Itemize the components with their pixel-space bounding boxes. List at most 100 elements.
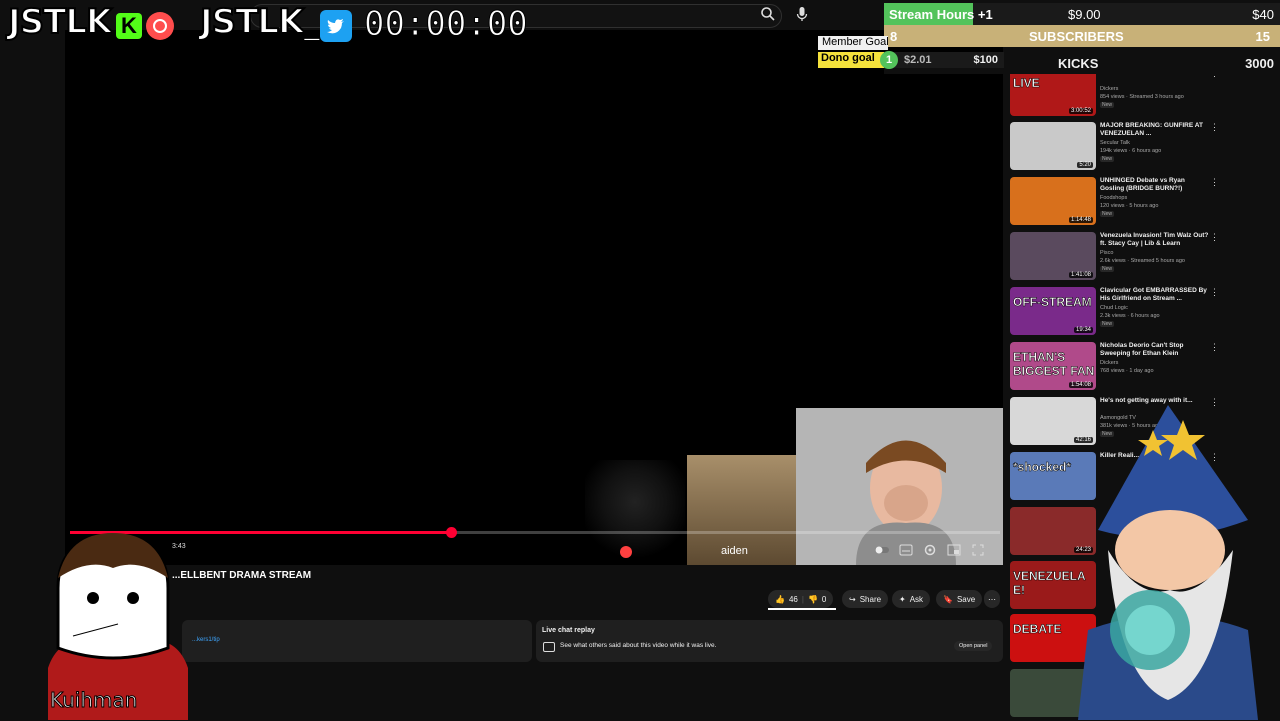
new-badge: New [1100, 211, 1115, 217]
video-meta: 768 views · 1 day ago [1100, 368, 1154, 374]
video-title-link[interactable]: Venezuela Invasion! Tim Walz Out? ft. St… [1100, 232, 1210, 248]
subscribers-bar: 8 SUBSCRIBERS 15 [884, 25, 1280, 47]
related-video-item[interactable]: LIVE3:00:522025 DRAMA TIER LIST W/ AIDEN… [1010, 68, 1220, 120]
ask-label: Ask [909, 594, 924, 604]
video-title-link[interactable]: Clavicular Got EMBARRASSED By His Girlfr… [1100, 287, 1210, 303]
bookmark-icon: 🔖 [943, 594, 953, 604]
duration-badge: 1:54:08 [1068, 382, 1093, 388]
miniplayer-icon[interactable] [946, 542, 962, 558]
subscribers-left-count: 8 [890, 28, 898, 44]
cam-box-image: aiden [687, 455, 797, 565]
open-panel-button[interactable]: Open panel [954, 641, 993, 651]
more-dots-icon: ⋯ [988, 594, 996, 604]
cam-caption: aiden [721, 545, 748, 557]
record-icon[interactable] [620, 546, 632, 558]
brand-logo-left: JSTLK [7, 1, 113, 43]
video-meta: 194k views · 6 hours ago [1100, 148, 1162, 154]
settings-icon[interactable] [922, 542, 938, 558]
video-title-link[interactable]: UNHINGED Debate vs Ryan Gosling (BRIDGE … [1100, 177, 1210, 193]
channel-name[interactable]: Pisco [1100, 250, 1113, 256]
related-video-item[interactable]: 5:20 MAJOR BREAKING: GUNFIRE AT VENEZUELA… [1010, 122, 1220, 174]
like-count[interactable]: 46 [789, 595, 798, 604]
channel-name[interactable]: Foodshops [1100, 195, 1127, 201]
stream-timer: 00:00:00 [364, 4, 529, 45]
subscribers-label: SUBSCRIBERS [1029, 28, 1124, 44]
related-video-item[interactable]: 1:41:08 Venezuela Invasion! Tim Walz Out?… [1010, 232, 1220, 284]
microphone-icon[interactable] [794, 6, 810, 22]
streamer-name-label: Kuihman [49, 688, 138, 713]
share-button[interactable]: ↪ Share [842, 590, 889, 608]
duration-badge: 19:34 [1073, 327, 1093, 333]
thumbs-down-icon[interactable]: 👎 [808, 595, 818, 604]
more-options-icon[interactable]: ⋮ [1210, 342, 1219, 353]
thumbnail-text: ETHAN'S BIGGEST FAN [1013, 350, 1095, 379]
thumbnail-text: DEBATE [1013, 622, 1062, 637]
video-thumbnail[interactable]: LIVE 3:00:52 [1010, 68, 1096, 116]
chat-replay-title: Live chat replay [542, 627, 595, 634]
sparkle-icon: ✦ [899, 594, 906, 604]
subtitles-icon[interactable] [898, 542, 914, 558]
video-thumbnail[interactable]: 5:20 [1010, 122, 1096, 170]
new-badge: New [1100, 266, 1115, 272]
like-underline [768, 608, 836, 610]
more-options-icon[interactable]: ⋮ [1210, 177, 1219, 188]
video-thumbnail[interactable]: OFF-STREAM 19:34 [1010, 287, 1096, 335]
channel-name[interactable]: Secular Talk [1100, 140, 1130, 146]
stream-hours-label: Stream Hours +1 [889, 6, 993, 22]
duration-badge: 1:14:48 [1068, 217, 1093, 223]
stream-hours-goal: $40 [1252, 6, 1274, 22]
more-options-icon[interactable]: ⋮ [1210, 122, 1219, 133]
kick-icon: K [116, 13, 142, 39]
thumbnail-text: OFF-STREAM [1013, 295, 1092, 310]
duration-badge: 1:41:08 [1068, 272, 1093, 278]
channel-name[interactable]: Dickers [1100, 86, 1118, 92]
member-goal-label: Member Goal [818, 36, 888, 50]
video-meta: 854 views · Streamed 3 hours ago [1100, 94, 1184, 100]
video-thumbnail[interactable]: 1:41:08 [1010, 232, 1096, 280]
duration-badge: 5:20 [1077, 162, 1093, 168]
save-button[interactable]: 🔖 Save [936, 590, 983, 608]
video-meta: 2.3k views · 6 hours ago [1100, 313, 1160, 319]
channel-name[interactable]: Chud Logic [1100, 305, 1128, 311]
search-icon[interactable] [760, 6, 776, 22]
video-title-link[interactable]: Nicholas Deorio Can't Stop Sweeping for … [1100, 342, 1210, 358]
new-badge: New [1100, 321, 1115, 327]
ask-button[interactable]: ✦ Ask [892, 590, 931, 608]
fullscreen-icon[interactable] [970, 542, 986, 558]
thumbs-up-icon[interactable]: 👍 [775, 595, 785, 604]
dono-goal-label: Dono goal [818, 52, 887, 68]
like-dislike-pill: 👍 46 | 👎 0 [768, 590, 834, 608]
record-badge-icon [146, 12, 174, 40]
dono-level-badge: 1 [880, 51, 898, 69]
dono-current: $2.01 [904, 54, 932, 66]
description-box[interactable]: ...kers1/tip [182, 620, 532, 662]
stream-hours-current: $9.00 [1068, 6, 1101, 22]
dislike-count[interactable]: 0 [822, 595, 826, 604]
share-icon: ↪ [849, 594, 856, 604]
chat-replay-text: See what others said about this video wh… [560, 642, 717, 649]
channel-name[interactable]: Dickers [1100, 360, 1118, 366]
dono-goal: $100 [973, 54, 998, 66]
kicks-label: KICKS [1058, 55, 1099, 71]
kicks-value: 3000 [1245, 55, 1274, 71]
progress-handle[interactable] [446, 527, 457, 538]
more-options-icon[interactable]: ⋮ [1210, 287, 1219, 298]
twitter-icon [320, 10, 352, 42]
related-video-item[interactable]: ETHAN'S BIGGEST FAN 1:54:08 Nicholas Deori… [1010, 342, 1220, 394]
video-thumbnail[interactable]: ETHAN'S BIGGEST FAN 1:54:08 [1010, 342, 1096, 390]
video-meta: 2.6k views · Streamed 5 hours ago [1100, 258, 1185, 264]
chat-icon [543, 642, 555, 652]
subscribers-right-count: 15 [1255, 28, 1270, 44]
save-label: Save [956, 594, 976, 604]
new-badge: New [1100, 102, 1115, 108]
video-thumbnail[interactable]: 1:14:48 [1010, 177, 1096, 225]
dono-goal-bar: 1 $2.01 $100 [880, 51, 1004, 69]
related-video-item[interactable]: OFF-STREAM 19:34 Clavicular Got EMBARRASSE… [1010, 287, 1220, 339]
brand-logo-right: JSTLK_ [199, 1, 321, 43]
more-options-icon[interactable]: ⋮ [1210, 232, 1219, 243]
more-actions-button[interactable]: ⋯ [984, 590, 1000, 608]
related-video-item[interactable]: 1:14:48 UNHINGED Debate vs Ryan Gosling (… [1010, 177, 1220, 229]
stream-hours-bar: Stream Hours +1 $9.00 $40 [884, 3, 1280, 25]
autoplay-toggle-icon[interactable] [874, 542, 890, 558]
video-title-link[interactable]: MAJOR BREAKING: GUNFIRE AT VENEZUELAN ..… [1100, 122, 1210, 138]
